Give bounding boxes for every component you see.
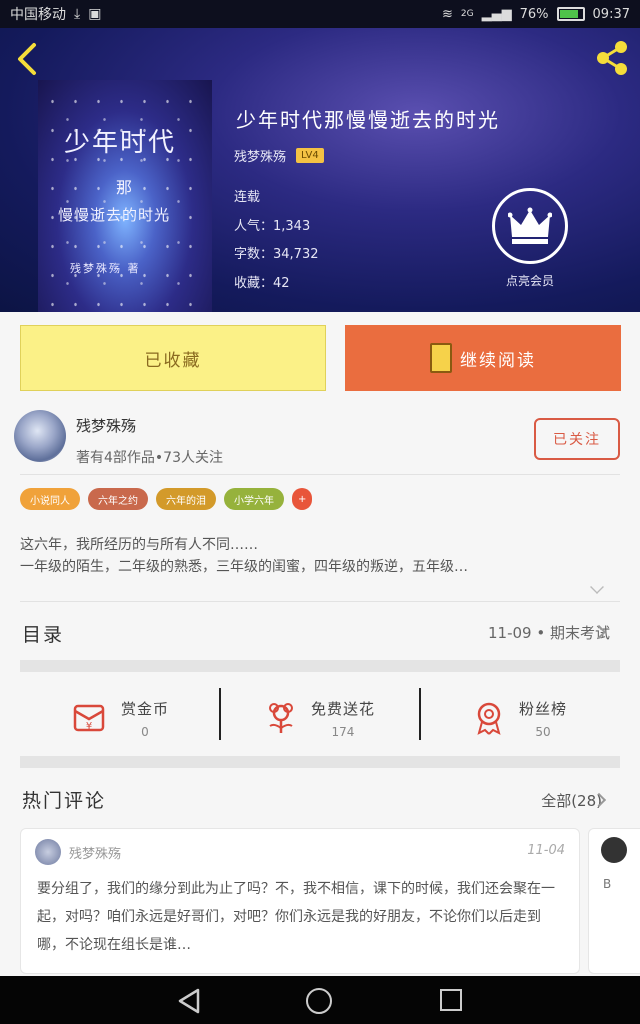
author-avatar[interactable]	[14, 410, 66, 462]
book-cover[interactable]: 少年时代 那 慢慢逝去的时光 残梦殊殇 著	[38, 80, 212, 312]
level-badge: LV4	[296, 148, 324, 163]
nav-back-icon[interactable]	[176, 988, 202, 1014]
chevron-left-icon	[18, 43, 36, 75]
cover-subtitle-1: 那	[116, 178, 133, 197]
cover-author: 残梦殊殇 著	[70, 262, 141, 275]
comment-card-next[interactable]: B	[588, 828, 640, 974]
section-divider	[20, 660, 620, 672]
commenter-avatar	[601, 837, 627, 863]
tag-list: 小说同人 六年之约 六年的泪 小学六年 +	[20, 488, 313, 510]
divider	[20, 474, 620, 475]
signal-icon: ▂▄▆	[481, 6, 512, 22]
divider	[20, 601, 620, 602]
wifi-icon: ≋	[442, 6, 453, 22]
expand-chevron-icon[interactable]	[590, 580, 604, 594]
tag[interactable]: 六年的泪	[156, 488, 216, 510]
share-icon	[597, 41, 627, 75]
battery-icon	[556, 7, 585, 21]
follow-label: 已关注	[553, 432, 601, 448]
svg-text:¥: ¥	[86, 721, 92, 732]
serial-status: 连载	[234, 190, 261, 205]
continue-reading-button[interactable]: 继续阅读	[345, 325, 621, 391]
vip-label: 点亮会员	[505, 274, 554, 288]
reward-coins-label: 赏金币	[120, 699, 169, 718]
author-name[interactable]: 残梦殊殇	[76, 415, 136, 436]
book-header: 少年时代 那 慢慢逝去的时光 残梦殊殇 著 少年时代那慢慢逝去的时光 残梦殊殇 …	[0, 28, 640, 312]
header-author-row[interactable]: 残梦殊殇 LV4	[234, 146, 324, 165]
nav-recent-icon[interactable]	[440, 989, 462, 1011]
system-nav-bar	[0, 976, 640, 1024]
tag[interactable]: 六年之约	[88, 488, 148, 510]
comment-preview: B	[603, 877, 612, 891]
tag[interactable]: 小说同人	[20, 488, 80, 510]
free-flower-button[interactable]: 免费送花 174	[220, 690, 420, 746]
book-icon	[430, 343, 452, 373]
download-icon: ⤓	[74, 6, 81, 22]
intro-line-2: 一年级的陌生，二年级的熟悉，三年级的闺蜜，四年级的叛逆，五年级…	[20, 559, 468, 575]
commenter-name: 残梦殊殇	[69, 847, 122, 862]
medal-icon	[477, 702, 501, 735]
back-button[interactable]	[14, 42, 44, 76]
red-envelope-icon: ¥	[73, 704, 105, 732]
comment-card[interactable]: 残梦殊殇 11-04 要分组了，我们的缘分到此为止了吗？不，我不相信，课下的时候…	[20, 828, 580, 974]
flower-icon	[268, 703, 293, 733]
hot-comments-label: 热门评论	[22, 790, 107, 812]
favorited-button[interactable]: 已收藏	[20, 325, 326, 391]
continue-reading-label: 继续阅读	[460, 350, 536, 371]
reward-coins-value: 0	[141, 724, 149, 739]
add-tag-button[interactable]: +	[292, 488, 313, 510]
catalog-label[interactable]: 目录	[22, 620, 64, 647]
book-title: 少年时代那慢慢逝去的时光	[236, 108, 500, 132]
fan-ranking-button[interactable]: 粉丝榜 50	[420, 690, 620, 746]
commenter-avatar[interactable]	[35, 839, 61, 865]
battery-percent: 76%	[519, 6, 549, 22]
fan-ranking-value: 50	[535, 724, 551, 739]
word-count: 字数：34,732	[234, 247, 319, 262]
author-info: 著有4部作品•73人关注	[76, 450, 223, 466]
carrier-label: 中国移动	[10, 7, 66, 23]
nav-home-icon[interactable]	[306, 988, 332, 1014]
clock: 09:37	[592, 6, 630, 22]
popularity-count: 人气：1,343	[234, 219, 311, 234]
book-detail-page: 中国移动 ⤓ ▣ ≋ 2G ▂▄▆ 76% 09:37 少年时代 那 慢慢逝去的…	[0, 0, 640, 1024]
favorite-count: 收藏：42	[234, 276, 290, 291]
header-author-name: 残梦殊殇	[234, 150, 287, 165]
favorited-label: 已收藏	[144, 350, 202, 371]
cover-subtitle-2: 慢慢逝去的时光	[58, 206, 171, 224]
status-bar: 中国移动 ⤓ ▣ ≋ 2G ▂▄▆ 76% 09:37	[0, 0, 640, 28]
follow-button[interactable]: 已关注	[534, 418, 620, 460]
fan-ranking-label: 粉丝榜	[518, 699, 567, 718]
vip-button[interactable]	[492, 188, 568, 264]
image-icon: ▣	[88, 6, 102, 22]
section-divider	[20, 756, 620, 768]
comment-date: 11-04	[527, 843, 565, 858]
free-flower-value: 174	[331, 724, 355, 739]
reward-coins-button[interactable]: ¥ 赏金币 0	[20, 690, 220, 746]
cover-title: 少年时代	[64, 128, 177, 158]
comment-text: 要分组了，我们的缘分到此为止了吗？不，我不相信，课下的时候，我们还会聚在一起，对…	[37, 881, 555, 953]
network-label: 2G	[460, 9, 474, 19]
intro-line-1: 这六年，我所经历的与所有人不同……	[20, 537, 258, 553]
share-button[interactable]	[594, 38, 630, 78]
crown-icon	[508, 207, 552, 244]
free-flower-label: 免费送花	[310, 699, 375, 718]
tag[interactable]: 小学六年	[224, 488, 284, 510]
